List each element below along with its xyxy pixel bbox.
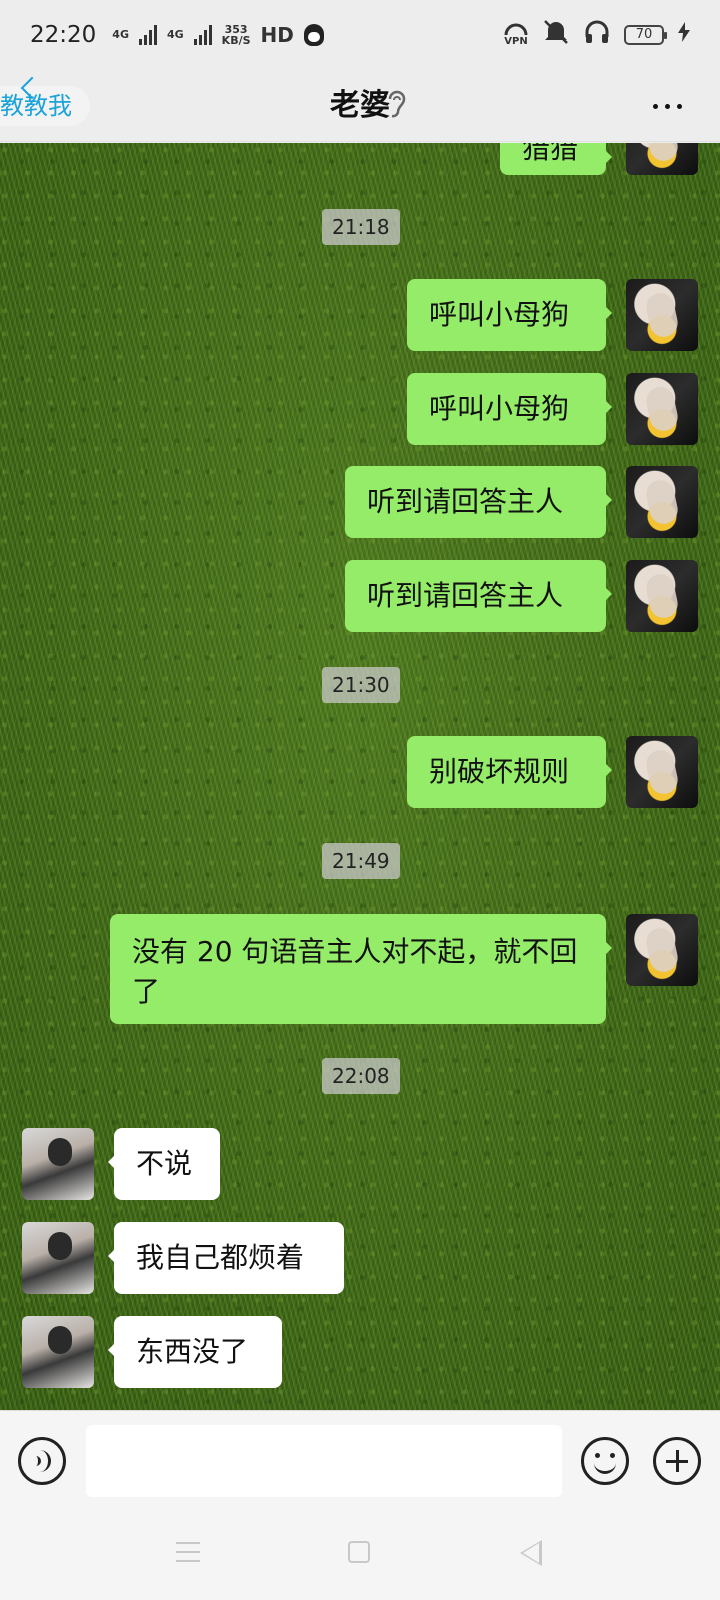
message-text: 不说 [136,1147,193,1180]
message-bubble-incoming[interactable]: 我自己都烦着 [108,1222,344,1294]
status-bar: 22:20 4G 4G 353 KB/S HD VPN 70 [0,0,720,70]
status-time: 22:20 [30,22,97,48]
system-nav-bar [0,1510,720,1600]
message-text: 猎猎 [522,143,579,165]
contact-avatar[interactable] [22,1222,94,1294]
my-avatar[interactable] [626,466,698,538]
qq-icon [303,24,324,46]
voice-input-button[interactable] [18,1437,66,1485]
mute-icon [542,19,570,51]
message-bubble-outgoing[interactable]: 听到请回答主人 [345,466,612,538]
battery-icon: 70 [624,25,667,45]
message-text: 我自己都烦着 [136,1241,305,1274]
more-actions-button[interactable] [653,1437,701,1485]
timestamp: 21:18 [322,209,400,245]
timestamp: 21:30 [322,667,400,703]
vpn-icon: VPN [504,23,528,47]
contact-avatar[interactable] [22,1316,94,1388]
my-avatar[interactable] [626,914,698,986]
back-nav-icon[interactable] [520,1540,542,1566]
vpn-label: VPN [504,36,528,47]
hd-label: HD [260,23,294,47]
message-bubble-outgoing[interactable]: 听到请回答主人 [345,560,612,632]
chat-message-list[interactable]: 猎猎 21:18 呼叫小母狗 呼叫小母狗 听到请回答主人 听到请回答主人 21:… [0,143,720,1410]
contact-avatar[interactable] [22,1128,94,1200]
message-bubble-outgoing[interactable]: 呼叫小母狗 [407,279,612,351]
signal-1-label: 4G [112,28,129,41]
headphones-icon [584,19,610,51]
home-icon[interactable] [348,1541,370,1563]
chat-header: 教教我 老婆 [0,70,720,142]
my-avatar[interactable] [626,279,698,351]
message-bubble-outgoing[interactable]: 没有 20 句语音主人对不起，就不回了 [110,914,612,1024]
message-bubble-outgoing[interactable]: 别破坏规则 [407,736,612,808]
signal-2-icon [193,25,212,45]
signal-2-label: 4G [166,28,184,41]
timestamp: 22:08 [322,1058,400,1094]
network-speed: 353 KB/S [222,24,251,46]
my-avatar[interactable] [626,560,698,632]
message-text: 听到请回答主人 [367,579,564,612]
message-bubble-incoming[interactable]: 不说 [108,1128,220,1200]
my-avatar[interactable] [626,373,698,445]
message-bubble-outgoing[interactable]: 猎猎 [500,143,612,175]
message-text: 呼叫小母狗 [429,392,570,425]
signal-1-icon [138,25,157,45]
message-text: 没有 20 句语音主人对不起，就不回了 [132,935,578,1008]
message-input[interactable] [86,1425,562,1497]
recent-apps-icon[interactable] [176,1542,200,1562]
message-text: 听到请回答主人 [367,485,564,518]
more-options-button[interactable] [653,104,682,109]
message-text: 呼叫小母狗 [429,298,570,331]
message-text: 东西没了 [136,1335,249,1368]
chat-title: 老婆 [330,88,390,123]
charging-icon [678,22,690,48]
message-text: 别破坏规则 [429,755,570,788]
network-speed-unit: KB/S [221,34,251,47]
message-input-bar [0,1410,720,1510]
message-bubble-incoming[interactable]: 东西没了 [108,1316,282,1388]
my-avatar[interactable] [626,736,698,808]
my-avatar[interactable] [626,143,698,175]
emoji-button[interactable] [581,1437,629,1485]
message-bubble-outgoing[interactable]: 呼叫小母狗 [407,373,612,445]
earpiece-mode-icon [388,90,406,118]
timestamp: 21:49 [322,843,400,879]
